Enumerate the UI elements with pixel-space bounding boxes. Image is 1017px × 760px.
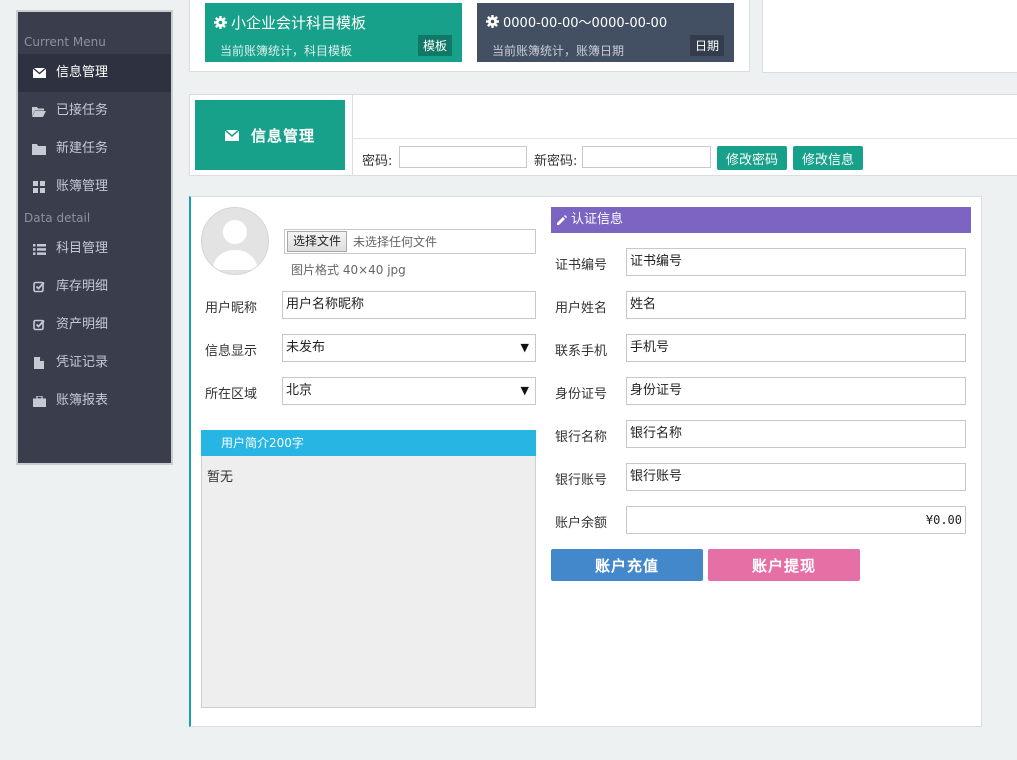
bank-account-label: 银行账号 [555,473,608,488]
divider [352,94,353,176]
display-selected-value: 未发布 [286,340,326,355]
intro-textarea[interactable]: 暂无 [201,456,536,708]
date-stat-card[interactable]: 0000-00-00〜0000-00-00 当前账簿统计，账簿日期 日期 [477,3,734,62]
phone-label: 联系手机 [555,344,608,359]
password-label: 密码: [362,154,393,169]
change-password-button[interactable]: 修改密码 [717,146,787,170]
sidebar-item-ledger-management[interactable]: 账簿管理 [18,168,171,206]
password-input[interactable] [399,146,527,168]
info-management-header: 信息管理 [195,100,345,170]
sidebar-item-label: 新建任务 [56,141,109,156]
pencil-icon [556,214,567,226]
card-badge: 日期 [689,35,724,56]
new-password-input[interactable] [582,146,711,168]
check-square-icon [32,318,46,332]
user-name-label: 用户姓名 [555,301,608,316]
card-title: 小企业会计科目模板 [231,14,367,32]
user-silhouette-icon [212,220,258,270]
user-name-input[interactable]: 姓名 [626,291,966,319]
region-selected-value: 北京 [286,383,313,398]
envelope-icon [224,129,239,141]
sidebar-item-info-management[interactable]: 信息管理 [18,54,171,92]
template-stat-card[interactable]: 小企业会计科目模板 当前账簿统计，科目模板 模板 [205,3,462,62]
sidebar-item-ledger-report[interactable]: 账簿报表 [18,382,171,420]
sidebar-item-asset-detail[interactable]: 资产明细 [18,306,171,344]
sidebar-item-label: 账簿管理 [56,179,109,194]
bank-name-input[interactable]: 银行名称 [626,420,966,448]
sidebar-item-inventory-detail[interactable]: 库存明细 [18,268,171,306]
card-subtitle: 当前账簿统计，科目模板 [220,44,353,58]
briefcase-icon [32,394,46,408]
sidebar-item-label: 已接任务 [56,103,109,118]
page-title: 信息管理 [250,126,315,145]
cert-header: 认证信息 [551,207,971,233]
cert-number-label: 证书编号 [555,258,608,273]
gear-icon [486,15,499,28]
envelope-icon [32,66,46,80]
card-badge: 模板 [417,35,452,56]
sidebar-item-accepted-tasks[interactable]: 已接任务 [18,92,171,130]
new-password-label: 新密码: [534,154,578,169]
card-subtitle: 当前账簿统计，账簿日期 [492,44,625,58]
sidebar-item-label: 凭证记录 [56,355,109,370]
choose-file-button[interactable]: 选择文件 [287,231,348,252]
withdraw-button[interactable]: 账户提现 [708,549,860,581]
file-upload[interactable]: 选择文件 未选择任何文件 [284,229,536,254]
sidebar-section-current-menu: Current Menu [24,35,106,49]
region-label: 所在区域 [205,387,258,402]
id-number-label: 身份证号 [555,387,608,402]
folder-icon [32,142,46,156]
dropdown-arrow-icon: ▼ [520,384,529,397]
bank-account-input[interactable]: 银行账号 [626,463,966,491]
nickname-label: 用户昵称 [205,301,258,316]
display-select[interactable]: 未发布 ▼ [282,334,536,362]
id-number-input[interactable]: 身份证号 [626,377,966,405]
dropdown-arrow-icon: ▼ [520,341,529,354]
sidebar-item-label: 账簿报表 [56,393,109,408]
gear-icon [214,16,227,29]
intro-header: 用户简介200字 [201,430,536,456]
list-icon [32,242,46,256]
check-square-icon [32,280,46,294]
sidebar-section-data-detail: Data detail [24,211,91,225]
folder-open-icon [32,104,46,118]
sidebar-item-label: 库存明细 [56,279,109,294]
cert-title: 认证信息 [571,212,624,227]
change-info-button[interactable]: 修改信息 [793,146,863,170]
file-placeholder: 未选择任何文件 [353,235,438,249]
sidebar-item-new-task[interactable]: 新建任务 [18,130,171,168]
phone-input[interactable]: 手机号 [626,334,966,362]
avatar[interactable] [201,207,269,275]
balance-label: 账户余额 [555,516,608,531]
balance-input: ¥0.00 [626,506,966,534]
image-format-hint: 图片格式 40×40 jpg [291,263,406,277]
file-icon [32,356,46,370]
display-label: 信息显示 [205,344,258,359]
recharge-button[interactable]: 账户充值 [551,549,703,581]
bank-name-label: 银行名称 [555,430,608,445]
cert-number-input[interactable]: 证书编号 [626,248,966,276]
nickname-input[interactable]: 用户名称昵称 [282,291,536,319]
divider [353,138,1017,139]
sidebar: Current Menu 信息管理 已接任务 新建任务 账簿管理 Data de… [16,10,173,465]
sidebar-item-label: 信息管理 [56,65,109,80]
stats-container-right [762,0,1017,73]
card-title: 0000-00-00〜0000-00-00 [503,16,668,31]
sidebar-item-voucher-records[interactable]: 凭证记录 [18,344,171,382]
region-select[interactable]: 北京 ▼ [282,377,536,405]
sidebar-item-label: 资产明细 [56,317,109,332]
sidebar-item-label: 科目管理 [56,241,109,256]
sidebar-item-subject-management[interactable]: 科目管理 [18,230,171,268]
grid-icon [32,180,46,194]
